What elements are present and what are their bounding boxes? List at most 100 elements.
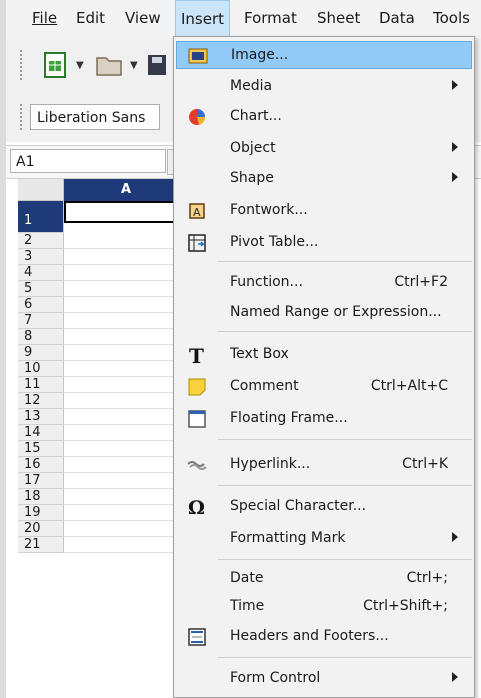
new-dropdown-icon[interactable]: ▼ — [76, 60, 84, 71]
row-header[interactable]: 14 — [18, 425, 64, 441]
menu-item-time[interactable]: Time Ctrl+Shift+; — [176, 593, 472, 621]
table-row: 8 — [18, 329, 188, 345]
cell[interactable] — [64, 489, 188, 505]
menu-item-special-character[interactable]: Ω Special Character... — [176, 493, 472, 521]
cell[interactable] — [64, 377, 188, 393]
spreadsheet-grid[interactable]: A 1 2 3 4 5 6 7 8 9 10 11 12 13 14 15 16… — [18, 179, 188, 698]
menu-data[interactable]: Data — [379, 9, 415, 27]
row-header[interactable]: 9 — [18, 345, 64, 361]
cell[interactable] — [64, 409, 188, 425]
new-spreadsheet-icon[interactable] — [40, 50, 70, 80]
cell[interactable] — [64, 473, 188, 489]
cell[interactable] — [64, 297, 188, 313]
menu-item-comment[interactable]: Comment Ctrl+Alt+C — [176, 373, 472, 401]
menu-file[interactable]: File — [32, 9, 57, 27]
omega-icon: Ω — [186, 497, 208, 519]
insert-menu-dropdown: Image... Media Chart... Object Shape A F… — [173, 36, 475, 698]
row-header[interactable]: 17 — [18, 473, 64, 489]
menu-item-image[interactable]: Image... — [176, 41, 472, 69]
select-all-corner[interactable] — [18, 179, 64, 201]
cell[interactable] — [64, 361, 188, 377]
cell[interactable] — [64, 345, 188, 361]
row-header[interactable]: 7 — [18, 313, 64, 329]
row-header[interactable]: 10 — [18, 361, 64, 377]
row-header[interactable]: 21 — [18, 537, 64, 553]
row-header[interactable]: 11 — [18, 377, 64, 393]
row-header[interactable]: 1 — [18, 201, 64, 233]
row-header[interactable]: 16 — [18, 457, 64, 473]
cell[interactable] — [64, 441, 188, 457]
cell[interactable] — [64, 393, 188, 409]
menu-item-fontwork[interactable]: A Fontwork... — [176, 197, 472, 225]
cell[interactable] — [64, 281, 188, 297]
menu-item-label: Special Character... — [230, 498, 367, 514]
menu-item-shape[interactable]: Shape — [176, 165, 472, 193]
row-header[interactable]: 4 — [18, 265, 64, 281]
column-header-a[interactable]: A — [64, 179, 188, 201]
toolbar-grip[interactable] — [20, 50, 26, 80]
menu-item-pivot-table[interactable]: Pivot Table... — [176, 229, 472, 257]
cell[interactable] — [64, 265, 188, 281]
menu-edit[interactable]: Edit — [76, 9, 105, 27]
cell[interactable] — [64, 425, 188, 441]
menu-item-form-control[interactable]: Form Control — [176, 665, 472, 693]
row-header[interactable]: 3 — [18, 249, 64, 265]
menu-item-shortcut: Ctrl+F2 — [394, 274, 448, 290]
floating-frame-icon — [186, 409, 208, 429]
table-row: 4 — [18, 265, 188, 281]
cell[interactable] — [64, 457, 188, 473]
cell[interactable] — [64, 537, 188, 553]
menu-item-label: Hyperlink... — [230, 456, 311, 472]
row-header[interactable]: 13 — [18, 409, 64, 425]
cell[interactable] — [64, 249, 188, 265]
save-icon[interactable] — [146, 50, 166, 80]
menu-format[interactable]: Format — [244, 9, 297, 27]
cell[interactable] — [64, 505, 188, 521]
table-row: 19 — [18, 505, 188, 521]
menu-item-hyperlink[interactable]: Hyperlink... Ctrl+K — [176, 451, 472, 479]
menu-item-formatting-mark[interactable]: Formatting Mark — [176, 525, 472, 553]
table-row: 9 — [18, 345, 188, 361]
submenu-arrow-icon — [452, 532, 458, 542]
menu-item-floating-frame[interactable]: Floating Frame... — [176, 405, 472, 433]
cell[interactable] — [64, 313, 188, 329]
cell[interactable] — [64, 233, 188, 249]
menu-item-function[interactable]: Function... Ctrl+F2 — [176, 269, 472, 297]
row-header[interactable]: 15 — [18, 441, 64, 457]
open-folder-icon[interactable] — [94, 50, 124, 80]
submenu-arrow-icon — [452, 672, 458, 682]
row-header[interactable]: 19 — [18, 505, 64, 521]
row-header[interactable]: 6 — [18, 297, 64, 313]
menu-item-label: Headers and Footers... — [230, 628, 389, 644]
row-header[interactable]: 5 — [18, 281, 64, 297]
menu-insert[interactable]: Insert — [175, 0, 231, 38]
open-dropdown-icon[interactable]: ▼ — [130, 60, 138, 71]
menu-item-label: Floating Frame... — [230, 410, 348, 426]
name-box[interactable]: A1 — [10, 149, 166, 173]
cell-a1[interactable] — [64, 201, 188, 223]
menu-item-label: Formatting Mark — [230, 530, 346, 546]
menu-item-headers-footers[interactable]: Headers and Footers... — [176, 623, 472, 651]
row-header[interactable]: 18 — [18, 489, 64, 505]
menu-item-shortcut: Ctrl+; — [406, 570, 448, 586]
menu-item-text-box[interactable]: T Text Box — [176, 341, 472, 369]
toolbar-grip-2[interactable] — [20, 104, 26, 130]
cell[interactable] — [64, 329, 188, 345]
menu-bar: File Edit View Insert Format Sheet Data … — [6, 0, 481, 38]
menu-item-named-range[interactable]: Named Range or Expression... — [176, 299, 472, 327]
menu-item-chart[interactable]: Chart... — [176, 103, 472, 131]
menu-tools[interactable]: Tools — [433, 9, 470, 27]
row-header[interactable]: 8 — [18, 329, 64, 345]
menu-item-media[interactable]: Media — [176, 73, 472, 101]
menu-item-object[interactable]: Object — [176, 135, 472, 163]
cell[interactable] — [64, 521, 188, 537]
menu-item-date[interactable]: Date Ctrl+; — [176, 565, 472, 593]
row-header[interactable]: 2 — [18, 233, 64, 249]
table-row: 20 — [18, 521, 188, 537]
row-header[interactable]: 12 — [18, 393, 64, 409]
menu-view[interactable]: View — [125, 9, 161, 27]
svg-text:T: T — [189, 345, 204, 365]
row-header[interactable]: 20 — [18, 521, 64, 537]
menu-sheet[interactable]: Sheet — [317, 9, 360, 27]
font-name-box[interactable]: Liberation Sans — [30, 104, 160, 130]
